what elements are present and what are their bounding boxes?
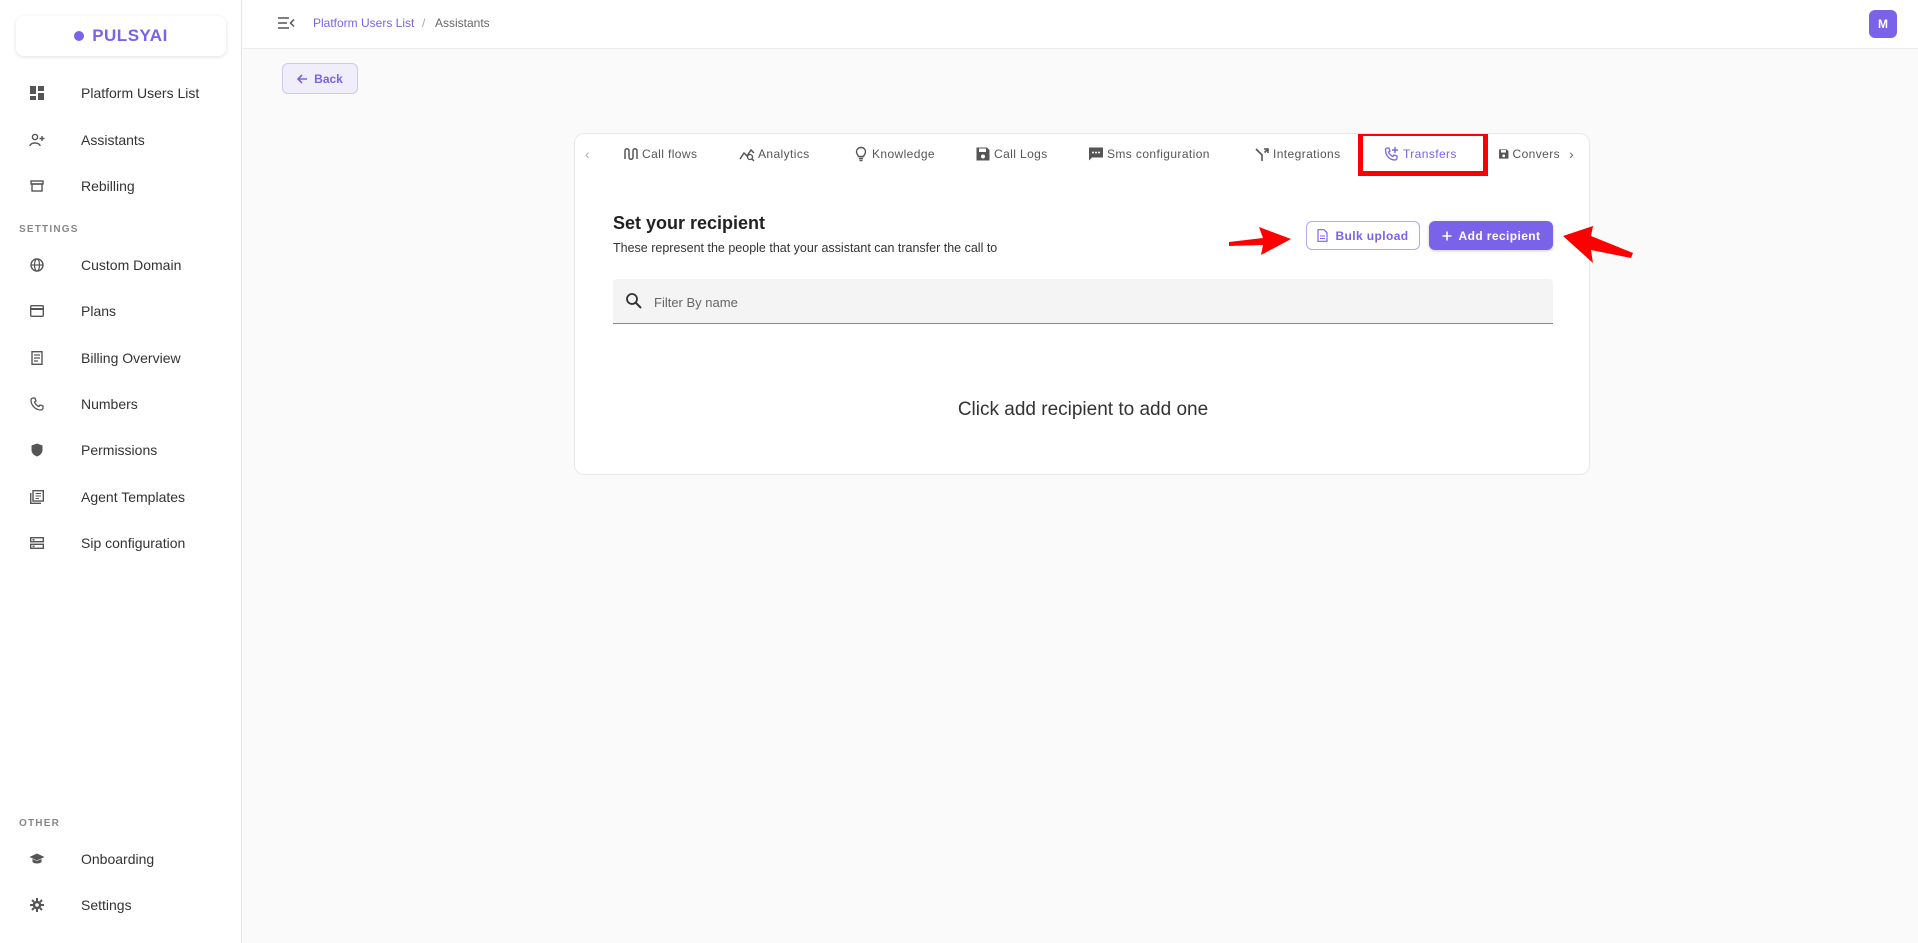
gear-icon	[29, 897, 45, 913]
sms-icon	[1089, 147, 1103, 161]
sidebar-item-label: Settings	[81, 897, 132, 913]
sidebar-item-label: Platform Users List	[81, 85, 200, 101]
sidebar-item-platform-users-list[interactable]: Platform Users List	[0, 73, 242, 113]
sidebar: PULSYAI Platform Users List Assistants R…	[0, 0, 242, 943]
sidebar-item-label: Rebilling	[81, 178, 135, 194]
sidebar-item-plans[interactable]: Plans	[0, 291, 242, 331]
sidebar-item-label: Sip configuration	[81, 535, 186, 551]
tab-label: Sms configuration	[1107, 147, 1210, 161]
empty-state-message: Click add recipient to add one	[957, 399, 1209, 420]
sidebar-item-billing-overview[interactable]: Billing Overview	[0, 338, 242, 378]
sidebar-item-permissions[interactable]: Permissions	[0, 430, 242, 470]
sidebar-item-numbers[interactable]: Numbers	[0, 384, 242, 424]
bulk-upload-label: Bulk upload	[1335, 228, 1409, 243]
sidebar-item-label: Billing Overview	[81, 350, 181, 366]
sidebar-item-label: Onboarding	[81, 851, 155, 867]
assistant-settings-card: ‹ Call flows Analytics Knowledge Call Lo…	[574, 133, 1590, 475]
tab-analytics[interactable]: Analytics	[739, 143, 810, 165]
tab-label: Convers	[1512, 147, 1560, 161]
sidebar-item-label: Numbers	[81, 396, 138, 412]
sidebar-item-assistants[interactable]: Assistants	[0, 120, 242, 160]
tab-label: Analytics	[758, 147, 810, 161]
add-recipient-button[interactable]: Add recipient	[1429, 221, 1553, 250]
sidebar-item-label: Plans	[81, 303, 117, 319]
avatar[interactable]: M	[1869, 10, 1897, 38]
brand-name: PULSYAI	[92, 26, 168, 45]
receipt-icon	[29, 350, 45, 366]
other-section-label: OTHER	[19, 818, 60, 829]
sidebar-item-label: Permissions	[81, 442, 158, 458]
add-recipient-label: Add recipient	[1458, 228, 1541, 243]
search-icon	[626, 293, 642, 309]
sidebar-item-custom-domain[interactable]: Custom Domain	[0, 245, 242, 285]
sidebar-item-label: Agent Templates	[81, 489, 186, 505]
tab-scroll-right-icon[interactable]: ›	[1569, 146, 1574, 162]
tab-conversations[interactable]: Convers	[1498, 143, 1560, 165]
logo-dot-icon	[74, 31, 85, 41]
arrow-left-icon	[297, 73, 308, 84]
graduation-cap-icon	[29, 851, 45, 867]
breadcrumb-link[interactable]: Platform Users List	[313, 16, 414, 30]
merge-icon	[1255, 148, 1269, 161]
tab-label: Knowledge	[872, 147, 935, 161]
tab-scroll-left-icon[interactable]: ‹	[585, 146, 590, 162]
phone-icon	[29, 396, 45, 412]
tab-sms-configuration[interactable]: Sms configuration	[1088, 143, 1210, 165]
sidebar-item-label: Custom Domain	[81, 257, 182, 273]
flow-icon	[624, 148, 638, 160]
shield-icon	[29, 442, 45, 458]
person-add-icon	[29, 132, 45, 148]
storage-icon	[29, 535, 45, 551]
sidebar-item-label: Assistants	[81, 132, 145, 148]
dashboard-icon	[29, 85, 45, 101]
tab-label: Integrations	[1273, 147, 1341, 161]
back-label: Back	[314, 71, 343, 86]
tab-call-flows[interactable]: Call flows	[623, 143, 697, 165]
arrow-right-annotation-icon	[1229, 227, 1291, 255]
transfers-highlight-box	[1358, 134, 1488, 176]
search-input[interactable]	[654, 291, 1534, 313]
tab-label: Call flows	[642, 147, 698, 161]
save-icon	[1499, 149, 1509, 159]
recipient-title: Set your recipient	[613, 213, 766, 233]
tab-bar: ‹ Call flows Analytics Knowledge Call Lo…	[575, 134, 1589, 176]
save-icon	[976, 147, 990, 161]
settings-section-label: SETTINGS	[19, 224, 79, 235]
analytics-icon	[739, 148, 755, 162]
credit-card-icon	[29, 303, 45, 319]
search-field[interactable]	[613, 279, 1553, 324]
breadcrumb-current: Assistants	[435, 16, 490, 30]
globe-icon	[29, 257, 45, 273]
sidebar-item-rebilling[interactable]: Rebilling	[0, 166, 242, 206]
back-button[interactable]: Back	[282, 63, 358, 94]
breadcrumb-separator: /	[422, 16, 426, 30]
tab-call-logs[interactable]: Call Logs	[975, 143, 1048, 165]
tab-integrations[interactable]: Integrations	[1254, 143, 1341, 165]
plus-icon	[1442, 231, 1452, 240]
tab-label: Call Logs	[994, 147, 1048, 161]
sidebar-item-settings[interactable]: Settings	[0, 885, 242, 925]
arrow-left-annotation-icon	[1563, 226, 1633, 263]
lightbulb-icon	[855, 146, 867, 162]
sidebar-item-onboarding[interactable]: Onboarding	[0, 839, 242, 879]
menu-collapse-icon[interactable]	[277, 14, 295, 32]
library-icon	[29, 489, 45, 505]
sidebar-item-sip-configuration[interactable]: Sip configuration	[0, 523, 242, 563]
sidebar-item-agent-templates[interactable]: Agent Templates	[0, 477, 242, 517]
top-bar: Platform Users List / Assistants M	[243, 0, 1918, 49]
store-icon	[29, 178, 45, 194]
brand-logo[interactable]: PULSYAI	[16, 16, 226, 56]
bulk-upload-button[interactable]: Bulk upload	[1306, 221, 1420, 250]
document-icon	[1317, 229, 1329, 242]
tab-knowledge[interactable]: Knowledge	[853, 143, 935, 165]
recipient-subtitle: These represent the people that your ass…	[613, 241, 998, 255]
